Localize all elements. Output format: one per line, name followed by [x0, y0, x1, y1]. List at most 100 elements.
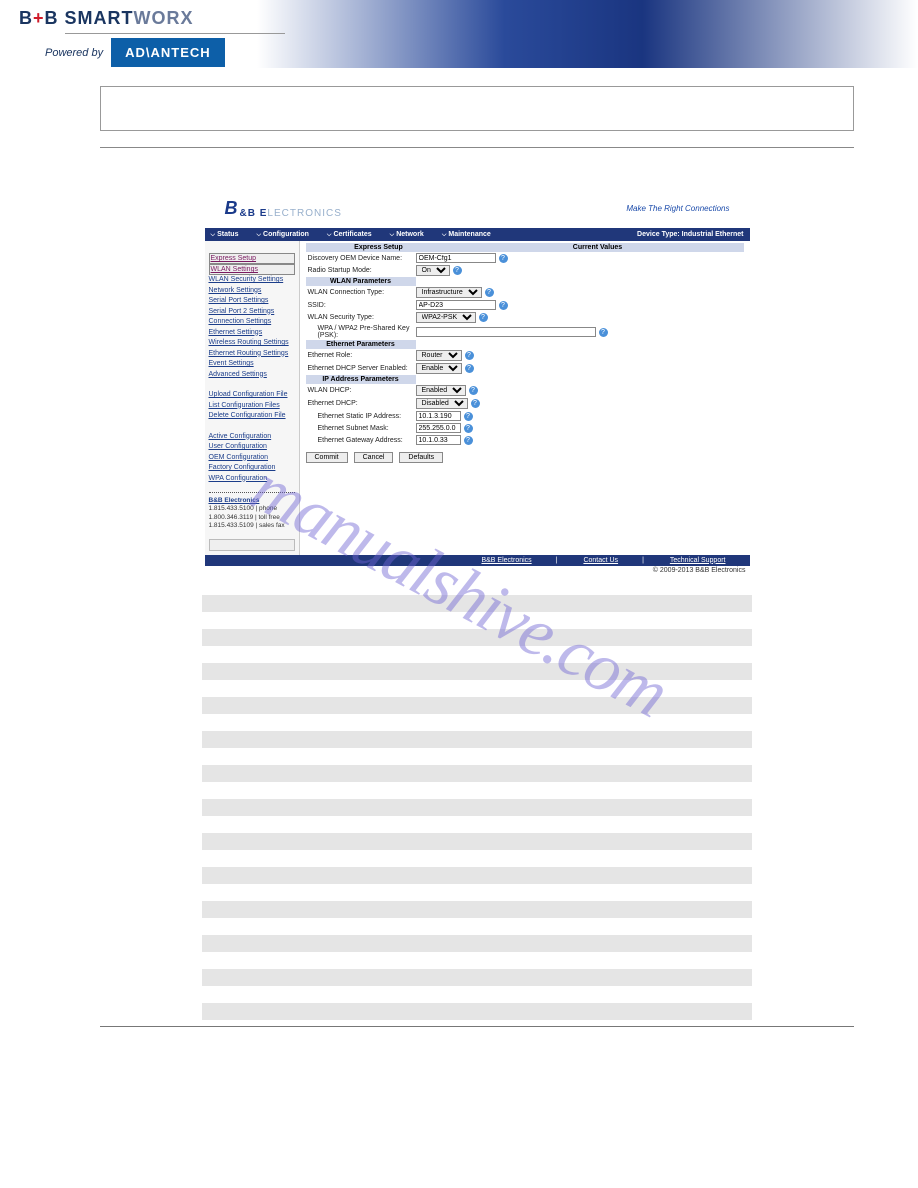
defaults-button[interactable]: Defaults: [399, 452, 443, 463]
sidebar-item-user-config[interactable]: User Configuration: [209, 442, 295, 453]
table-row: [202, 680, 752, 697]
sidebar-item-ethernet-routing[interactable]: Ethernet Routing Settings: [209, 349, 295, 360]
contact-phone: 1.815.433.5100 | phone: [209, 505, 295, 513]
table-row: [202, 1003, 752, 1020]
help-icon[interactable]: ?: [465, 364, 474, 373]
table-row: [202, 697, 752, 714]
table-row: [202, 663, 752, 680]
sec-type-select[interactable]: WPA2-PSK: [416, 312, 476, 323]
help-icon[interactable]: ?: [471, 399, 480, 408]
footer-bb-link[interactable]: B&B Electronics: [481, 557, 531, 564]
sidebar-item-delete-config[interactable]: Delete Configuration File: [209, 411, 295, 422]
help-icon[interactable]: ?: [485, 288, 494, 297]
nav-configuration[interactable]: Configuration: [256, 231, 308, 239]
table-row: [202, 629, 752, 646]
eth-gw-label: Ethernet Gateway Address:: [306, 437, 416, 444]
row-eth-gw: Ethernet Gateway Address: ?: [306, 434, 744, 446]
tagline: Make The Right Connections: [626, 204, 729, 213]
sidebar-item-factory-config[interactable]: Factory Configuration: [209, 463, 295, 474]
table-row: [202, 986, 752, 1003]
help-icon[interactable]: ?: [479, 313, 488, 322]
help-icon[interactable]: ?: [469, 386, 478, 395]
help-icon[interactable]: ?: [464, 412, 473, 421]
wlan-dhcp-select[interactable]: Enabled: [416, 385, 466, 396]
sidebar-item-wpa-config[interactable]: WPA Configuration: [209, 474, 295, 485]
powered-row: Powered by AD\ANTECH: [19, 38, 899, 67]
row-eth-ip: Ethernet Static IP Address: ?: [306, 410, 744, 422]
bar-ip-params: IP Address Parameters: [306, 375, 744, 384]
help-icon[interactable]: ?: [453, 266, 462, 275]
eth-ip-label: Ethernet Static IP Address:: [306, 413, 416, 420]
sidebar-item-wlan-security[interactable]: WLAN Security Settings: [209, 275, 295, 286]
nav-status[interactable]: Status: [211, 231, 239, 239]
row-dhcp-server: Ethernet DHCP Server Enabled: Enable?: [306, 362, 744, 375]
footer-contact-link[interactable]: Contact Us: [583, 557, 618, 564]
dhcp-server-select[interactable]: Enable: [416, 363, 462, 374]
contact-fax: 1.815.433.5109 | sales fax: [209, 522, 295, 530]
sidebar-item-oem-config[interactable]: OEM Configuration: [209, 453, 295, 464]
ssid-input[interactable]: [416, 300, 496, 310]
eth-dhcp-select[interactable]: Disabled: [416, 398, 468, 409]
page-body: B &B ELECTRONICS Make The Right Connecti…: [0, 68, 918, 1067]
sidebar-item-serial-port[interactable]: Serial Port Settings: [209, 296, 295, 307]
psk-label: WPA / WPA2 Pre-Shared Key (PSK):: [306, 325, 416, 339]
help-icon[interactable]: ?: [464, 424, 473, 433]
sidebar-item-wlan-settings[interactable]: WLAN Settings: [209, 264, 295, 275]
sidebar-item-active-config[interactable]: Active Configuration: [209, 432, 295, 443]
sidebar-item-express-setup[interactable]: Express Setup: [209, 253, 295, 264]
contact-name[interactable]: B&B Electronics: [209, 497, 295, 505]
sidebar-item-upload-config[interactable]: Upload Configuration File: [209, 390, 295, 401]
table-row: [202, 884, 752, 901]
brand-logo: B+B SMARTWORX: [19, 8, 899, 29]
help-icon[interactable]: ?: [599, 328, 608, 337]
table-row: [202, 952, 752, 969]
radio-mode-label: Radio Startup Mode:: [306, 267, 416, 274]
sidebar-item-network-settings[interactable]: Network Settings: [209, 286, 295, 297]
nav-certificates[interactable]: Certificates: [327, 231, 372, 239]
nav-left: Status Configuration Certificates Networ…: [211, 231, 491, 239]
copyright: © 2009-2013 B&B Electronics: [205, 566, 750, 575]
help-icon[interactable]: ?: [464, 436, 473, 445]
wlan-dhcp-label: WLAN DHCP:: [306, 387, 416, 394]
brand-banner: B+B SMARTWORX Powered by AD\ANTECH: [0, 0, 918, 68]
footer-support-link[interactable]: Technical Support: [670, 557, 726, 564]
conn-type-label: WLAN Connection Type:: [306, 289, 416, 296]
footer-bar: B&B Electronics| Contact Us| Technical S…: [205, 555, 750, 566]
table-row: [202, 867, 752, 884]
psk-input[interactable]: [416, 327, 596, 337]
commit-button[interactable]: Commit: [306, 452, 348, 463]
table-row: [202, 850, 752, 867]
nav-network[interactable]: Network: [390, 231, 424, 239]
row-wlan-dhcp: WLAN DHCP: Enabled?: [306, 384, 744, 397]
help-icon[interactable]: ?: [499, 254, 508, 263]
conn-type-select[interactable]: Infrastructure: [416, 287, 482, 298]
radio-mode-select[interactable]: On: [416, 265, 450, 276]
sidebar-item-ethernet[interactable]: Ethernet Settings: [209, 328, 295, 339]
sidebar-item-event[interactable]: Event Settings: [209, 359, 295, 370]
section-header: Express Setup Current Values: [306, 243, 744, 252]
cancel-button[interactable]: Cancel: [354, 452, 394, 463]
row-eth-mask: Ethernet Subnet Mask: ?: [306, 422, 744, 434]
body-row: Express Setup WLAN Settings WLAN Securit…: [205, 241, 750, 555]
eth-ip-input[interactable]: [416, 411, 461, 421]
sec-type-label: WLAN Security Type:: [306, 314, 416, 321]
sidebar-item-serial-port-2[interactable]: Serial Port 2 Settings: [209, 307, 295, 318]
sidebar-item-list-config[interactable]: List Configuration Files: [209, 401, 295, 412]
eth-gw-input[interactable]: [416, 435, 461, 445]
sidebar-item-connection[interactable]: Connection Settings: [209, 317, 295, 328]
sidebar-item-advanced[interactable]: Advanced Settings: [209, 370, 295, 381]
help-icon[interactable]: ?: [499, 301, 508, 310]
nav-maintenance[interactable]: Maintenance: [442, 231, 491, 239]
device-name-input[interactable]: [416, 253, 496, 263]
eth-role-select[interactable]: Router: [416, 350, 462, 361]
advantech-logo: AD\ANTECH: [111, 38, 225, 67]
scrollbar-horizontal[interactable]: [209, 539, 295, 551]
config-screenshot: B &B ELECTRONICS Make The Right Connecti…: [205, 188, 750, 575]
contact-tollfree: 1.800.346.3119 | toll free: [209, 514, 295, 522]
help-icon[interactable]: ?: [465, 351, 474, 360]
eth-mask-label: Ethernet Subnet Mask:: [306, 425, 416, 432]
table-row: [202, 935, 752, 952]
eth-mask-input[interactable]: [416, 423, 461, 433]
sidebar-item-wireless-routing[interactable]: Wireless Routing Settings: [209, 338, 295, 349]
header-express-setup: Express Setup: [306, 243, 452, 252]
